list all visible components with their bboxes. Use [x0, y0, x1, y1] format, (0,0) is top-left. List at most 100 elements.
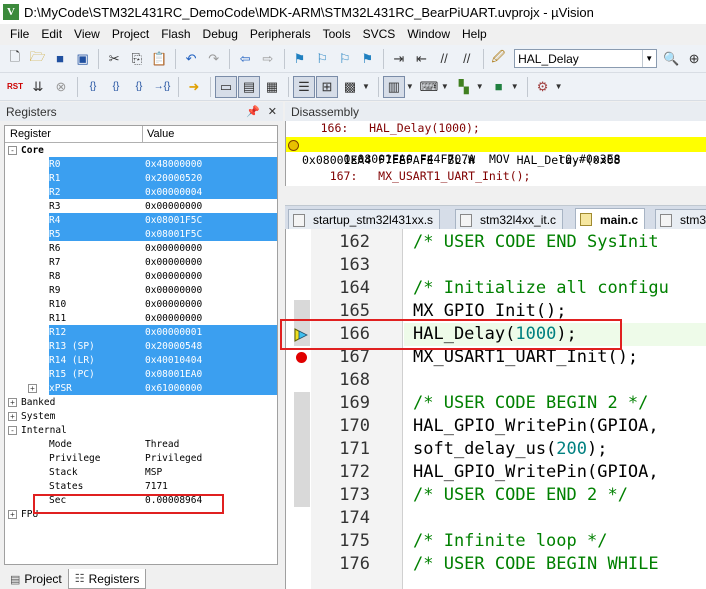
menu-peripherals[interactable]: Peripherals: [244, 27, 317, 41]
register-value[interactable]: 0x61000000: [143, 383, 277, 394]
tab-stm3-file[interactable]: stm3: [655, 209, 706, 230]
menu-edit[interactable]: Edit: [35, 27, 68, 41]
register-value[interactable]: 0x20000548: [143, 341, 277, 352]
stop-icon[interactable]: ⊗: [50, 76, 72, 98]
register-row[interactable]: R4 0x08001F5C: [5, 213, 277, 227]
chevron-down-icon[interactable]: ▼: [406, 82, 414, 91]
undo-icon[interactable]: ↶: [180, 48, 202, 70]
group-core[interactable]: - Core: [5, 143, 277, 157]
register-row[interactable]: R15 (PC) 0x08001EA0: [5, 367, 277, 381]
register-row[interactable]: R3 0x00000000: [5, 199, 277, 213]
code-line[interactable]: 174: [286, 507, 706, 530]
redo-icon[interactable]: ↷: [203, 48, 225, 70]
register-row[interactable]: R13 (SP) 0x20000548: [5, 339, 277, 353]
menu-window[interactable]: Window: [401, 27, 456, 41]
code-line[interactable]: 170 HAL_GPIO_WritePin(GPIOA,: [286, 415, 706, 438]
register-row[interactable]: Stack MSP: [5, 465, 277, 479]
register-value[interactable]: 0x00000000: [143, 271, 277, 282]
chevron-down-icon[interactable]: ▼: [555, 82, 563, 91]
register-value[interactable]: 0x00000000: [143, 313, 277, 324]
tab-main-c[interactable]: main.c: [575, 208, 646, 230]
register-row[interactable]: R1 0x20000520: [5, 171, 277, 185]
register-value[interactable]: 0x00000000: [143, 299, 277, 310]
disassembly-line[interactable]: 167: MX_USART1_UART_Init();: [286, 169, 706, 184]
register-value[interactable]: 0x08001EA0: [143, 369, 277, 380]
new-file-icon[interactable]: 🗋: [4, 48, 26, 70]
pin-icon[interactable]: 📌: [246, 105, 260, 118]
register-row[interactable]: R5 0x08001F5C: [5, 227, 277, 241]
register-value[interactable]: 7171: [143, 481, 277, 492]
register-value[interactable]: Privileged: [143, 453, 277, 464]
register-value[interactable]: Thread: [143, 439, 277, 450]
cut-icon[interactable]: ✂: [103, 48, 125, 70]
nav-forward-icon[interactable]: ⇨: [257, 48, 279, 70]
register-value[interactable]: 0x00000000: [143, 285, 277, 296]
bookmark-prev-icon[interactable]: ⚐: [311, 48, 333, 70]
copy-icon[interactable]: ⎘: [126, 48, 148, 70]
uncomment-icon[interactable]: //: [456, 48, 478, 70]
find-icon[interactable]: 🔍: [661, 48, 683, 70]
expand-icon[interactable]: +: [8, 411, 17, 421]
register-value[interactable]: 0x08001F5C: [143, 229, 277, 240]
register-value[interactable]: 0x00000001: [143, 327, 277, 338]
disassembly-current-line[interactable]: 0x08001EA0 F44F707A MOV r0,#0x3E8: [286, 137, 706, 166]
code-line[interactable]: 175 /* Infinite loop */: [286, 530, 706, 553]
register-row[interactable]: R7 0x00000000: [5, 255, 277, 269]
step-over-icon[interactable]: {}: [105, 76, 127, 98]
memory-window-icon[interactable]: ▥: [382, 75, 405, 98]
register-row[interactable]: States 7171: [5, 479, 277, 493]
expand-icon[interactable]: +: [8, 509, 17, 519]
menu-view[interactable]: View: [68, 27, 106, 41]
group-banked[interactable]: + Banked: [5, 395, 277, 409]
code-line[interactable]: 164 /* Initialize all configu: [286, 277, 706, 300]
code-line[interactable]: 168: [286, 369, 706, 392]
registers-window-icon[interactable]: ☰: [293, 75, 315, 98]
register-value[interactable]: 0x08001F5C: [143, 215, 277, 226]
expand-icon[interactable]: +: [8, 397, 17, 407]
menu-flash[interactable]: Flash: [155, 27, 196, 41]
disassembly-window-icon[interactable]: ▤: [238, 75, 260, 98]
column-value[interactable]: Value: [143, 126, 277, 142]
register-row[interactable]: R14 (LR) 0x40010404: [5, 353, 277, 367]
register-value[interactable]: 0x00000004: [143, 187, 277, 198]
chevron-down-icon[interactable]: ▼: [511, 82, 519, 91]
code-line[interactable]: 169 /* USER CODE BEGIN 2 */: [286, 392, 706, 415]
menu-project[interactable]: Project: [106, 27, 155, 41]
register-row[interactable]: R10 0x00000000: [5, 297, 277, 311]
indent-icon[interactable]: ⇥: [388, 48, 410, 70]
group-internal[interactable]: - Internal: [5, 423, 277, 437]
tab-registers[interactable]: ☷ Registers: [67, 569, 147, 589]
comment-icon[interactable]: //: [433, 48, 455, 70]
register-value[interactable]: 0x20000520: [143, 173, 277, 184]
disassembly-line[interactable]: 0x08001EA4 F7FEFAFE BL.W HAL_Delay (0x08: [286, 153, 706, 168]
analysis-window-icon[interactable]: ▚: [453, 76, 475, 98]
code-line[interactable]: 163: [286, 254, 706, 277]
code-line[interactable]: 172 HAL_GPIO_WritePin(GPIOA,: [286, 461, 706, 484]
tab-startup-file[interactable]: startup_stm32l431xx.s: [288, 209, 441, 230]
menu-debug[interactable]: Debug: [197, 27, 244, 41]
group-system[interactable]: + System: [5, 409, 277, 423]
code-line[interactable]: 173 /* USER CODE END 2 */: [286, 484, 706, 507]
bookmark-next-icon[interactable]: ⚐: [334, 48, 356, 70]
disassembly-body[interactable]: 166: HAL_Delay(1000); 0x08001EA0 F44F707…: [285, 121, 706, 186]
collapse-icon[interactable]: -: [8, 425, 17, 435]
paste-icon[interactable]: 📋: [149, 48, 171, 70]
nav-back-icon[interactable]: ⇦: [234, 48, 256, 70]
register-value[interactable]: MSP: [143, 467, 277, 478]
run-icon[interactable]: ⇊: [27, 76, 49, 98]
tab-it-file[interactable]: stm32l4xx_it.c: [455, 209, 564, 230]
menu-svcs[interactable]: SVCS: [357, 27, 402, 41]
call-stack-window-icon[interactable]: ⊞: [316, 75, 338, 98]
code-editor[interactable]: 162 /* USER CODE END SysInit 163 164 /* Init…: [285, 229, 706, 589]
close-icon[interactable]: ✕: [268, 105, 277, 118]
menu-file[interactable]: File: [4, 27, 35, 41]
register-value[interactable]: 0x00000000: [143, 243, 277, 254]
expand-icon[interactable]: +: [28, 383, 37, 393]
trace-window-icon[interactable]: ■: [488, 76, 510, 98]
register-row[interactable]: R12 0x00000001: [5, 325, 277, 339]
menu-tools[interactable]: Tools: [317, 27, 357, 41]
watch-window-icon[interactable]: ▩: [339, 76, 361, 98]
function-combo[interactable]: HAL_Delay ▼: [514, 49, 657, 68]
step-into-icon[interactable]: {}: [82, 76, 104, 98]
save-all-icon[interactable]: ▣: [72, 48, 94, 70]
